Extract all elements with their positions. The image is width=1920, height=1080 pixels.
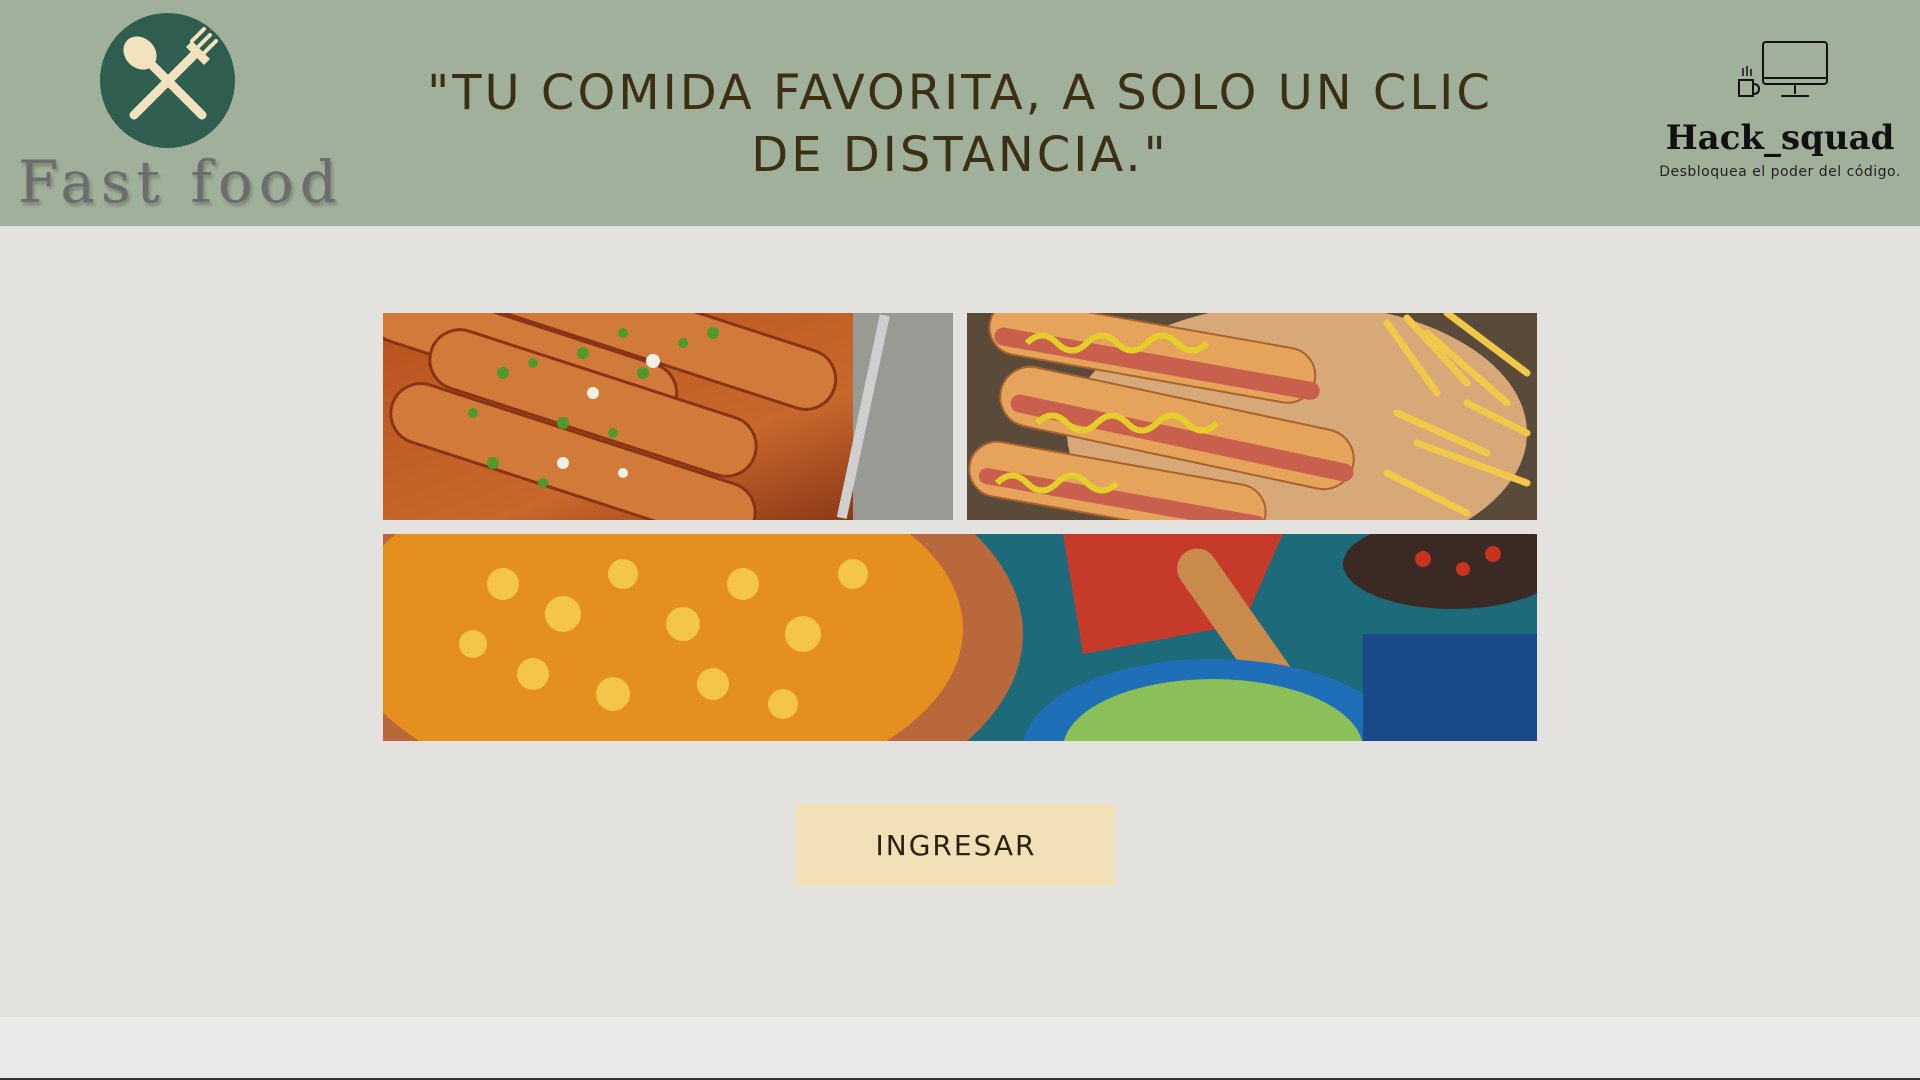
- main-content: INGRESAR: [0, 226, 1920, 1017]
- brand: Hack_squad Desbloquea el poder del códig…: [1640, 30, 1920, 200]
- header: Fast food "TU COMIDA FAVORITA, A SOLO UN…: [0, 0, 1920, 226]
- photo-pozole: [383, 534, 1537, 741]
- brand-name: Hack_squad: [1665, 118, 1895, 158]
- photo-enchiladas: [383, 313, 953, 520]
- ingresar-button[interactable]: INGRESAR: [796, 804, 1116, 886]
- slogan: "TU COMIDA FAVORITA, A SOLO UN CLIC DE D…: [427, 65, 1493, 183]
- spoon-fork-icon: [100, 13, 235, 148]
- photo-hot-dogs: [967, 313, 1537, 520]
- logo-text: Fast food: [18, 148, 343, 216]
- footer: [0, 1017, 1920, 1080]
- brand-tagline: Desbloquea el poder del código.: [1659, 164, 1901, 180]
- logo[interactable]: Fast food: [0, 0, 343, 226]
- computer-coffee-icon: [1735, 40, 1830, 110]
